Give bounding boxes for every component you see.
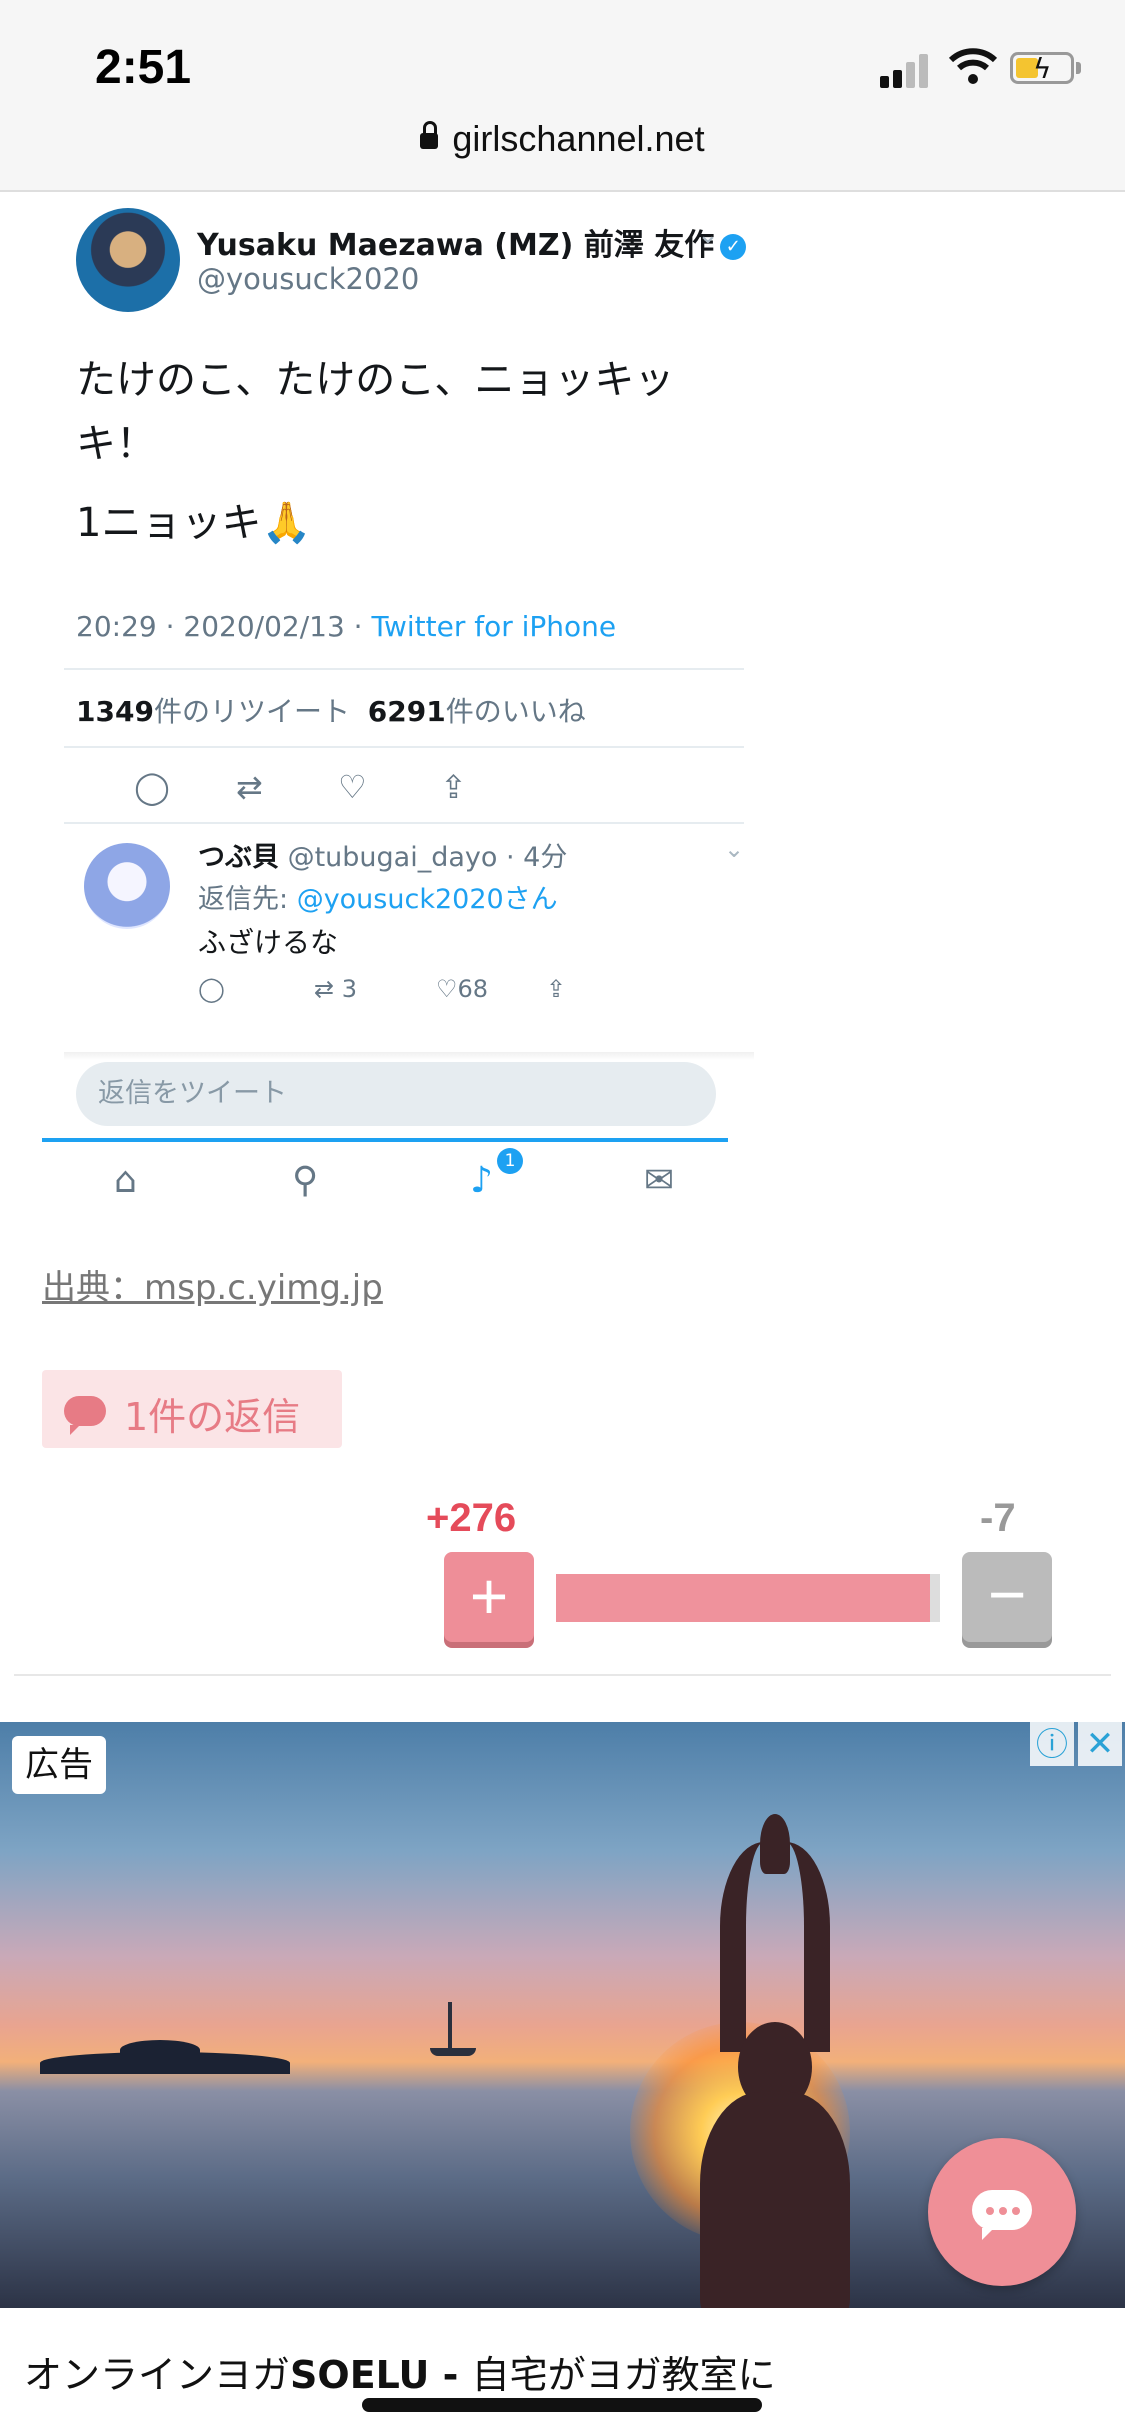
lock-icon — [420, 121, 439, 149]
search-icon: ⚲ — [292, 1160, 319, 1201]
notification-badge: 1 — [497, 1148, 523, 1174]
reply-text: ふざけるな — [198, 926, 339, 959]
share-icon: ⇪ — [546, 975, 567, 1003]
source-link[interactable]: 出典：msp.c.yimg.jp — [42, 1260, 383, 1309]
ad-close-icon[interactable]: ✕ — [1078, 1722, 1122, 1766]
heart-icon: ♡68 — [436, 975, 489, 1003]
divider — [64, 1052, 754, 1060]
plus-vote-count: +276 — [426, 1496, 517, 1540]
tweet-embed-image: Yusaku Maezawa (MZ) 前澤 友作 ✓ ⌄ @yousuck202… — [42, 190, 754, 1212]
reply-tweet: つぶ貝 @tubugai_dayo · 4分 ⌄ 返信先: @yousuck20… — [64, 825, 754, 1051]
replies-label: 1件の返信 — [124, 1395, 301, 1439]
home-icon: ⌂ — [114, 1160, 137, 1201]
chat-button[interactable] — [928, 2138, 1076, 2286]
reply-to: 返信先: @yousuck2020さん — [198, 884, 558, 915]
tweet-text-line2: 1ニョッキ🙏 — [76, 500, 312, 546]
reply-author: つぶ貝 @tubugai_dayo · 4分 — [198, 842, 568, 873]
plus-vote-button[interactable]: + — [444, 1552, 534, 1642]
boat-mast-graphic — [448, 2002, 452, 2052]
tweet-author-handle: @yousuck2020 — [197, 262, 420, 296]
divider — [14, 1674, 1111, 1676]
wifi-icon — [948, 48, 998, 84]
island-graphic — [120, 2040, 200, 2060]
bell-icon: ♪ — [470, 1160, 493, 1201]
ad-title[interactable]: オンラインヨガSOELU - 自宅がヨガ教室に — [24, 2344, 776, 2399]
reply-input: 返信をツイート — [76, 1062, 716, 1126]
chevron-down-icon: ⌄ — [697, 220, 719, 250]
heart-icon: ♡ — [338, 768, 367, 806]
reply-icon: ◯ — [134, 768, 170, 806]
avatar — [84, 843, 170, 929]
browser-top-bar: 2:51 ϟ girlschannel.net — [0, 0, 1125, 192]
divider — [64, 668, 744, 670]
vote-ratio-fill — [556, 1574, 931, 1622]
retweet-icon: ⇄ — [236, 768, 263, 806]
divider — [64, 822, 744, 824]
tweet-text: たけのこ、たけのこ、ニョッキッキ！ — [76, 357, 675, 467]
tweet-author-name: Yusaku Maezawa (MZ) 前澤 友作 ✓ — [197, 220, 747, 264]
share-icon: ⇪ — [440, 768, 467, 806]
cellular-signal-icon — [880, 52, 930, 88]
retweet-icon: ⇄ 3 — [314, 975, 358, 1003]
reply-icon: ◯ — [198, 975, 225, 1003]
minus-vote-count: -7 — [980, 1496, 1016, 1540]
battery-tip — [1076, 62, 1081, 74]
twitter-tab-bar: ⌂ ⚲ ♪ 1 ✉ — [42, 1138, 728, 1212]
boat-hull-graphic — [430, 2048, 476, 2056]
avatar — [76, 208, 180, 312]
tweet-stats: 1349件のリツイート 6291件のいいね — [76, 695, 586, 728]
speech-bubble-icon — [64, 1396, 106, 1435]
minus-vote-button[interactable]: − — [962, 1552, 1052, 1642]
tweet-timestamp: 20:29 · 2020/02/13 · Twitter for iPhone — [76, 610, 617, 643]
ad-info-icon[interactable]: ⓘ — [1030, 1722, 1074, 1766]
chevron-down-icon: ⌄ — [724, 835, 745, 863]
home-indicator — [362, 2398, 762, 2412]
tweet-actions: ◯ ⇄ ♡ ⇪ — [64, 750, 744, 820]
ad-label: 広告 — [12, 1736, 106, 1794]
replies-button[interactable]: 1件の返信 — [42, 1370, 342, 1448]
status-time: 2:51 — [95, 41, 192, 94]
battery-icon: ϟ — [1010, 52, 1074, 85]
divider — [64, 746, 744, 748]
yoga-silhouette — [660, 1814, 890, 2308]
url-text: girlschannel.net — [452, 118, 705, 159]
mail-icon: ✉ — [644, 1160, 675, 1201]
verified-badge-icon: ✓ — [720, 233, 747, 260]
address-bar[interactable]: girlschannel.net — [0, 118, 1125, 160]
vote-ratio-bar — [556, 1574, 940, 1622]
